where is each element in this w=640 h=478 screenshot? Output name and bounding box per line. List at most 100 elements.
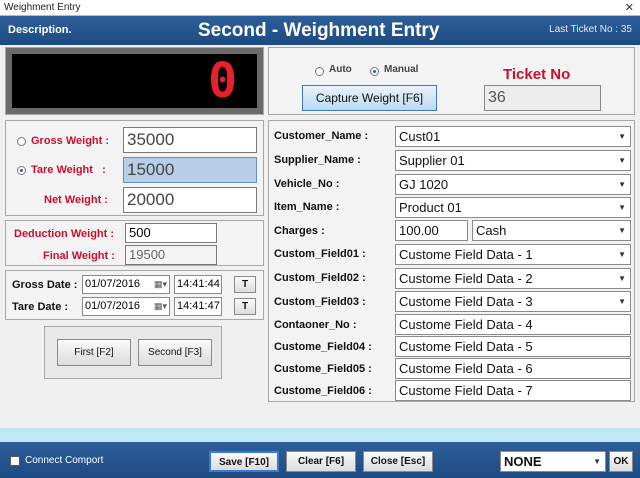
chevron-down-icon[interactable]: ▼	[618, 245, 626, 264]
weights-panel: Gross Weight : 35000 Tare Weight : 15000…	[5, 120, 264, 216]
gross-weight-radio[interactable]	[17, 137, 26, 146]
payment-mode-combo[interactable]: Cash ▼	[472, 220, 631, 241]
custom-field03-label: Custom_Field03 :	[274, 296, 366, 308]
gross-date-value: 01/07/2016	[85, 278, 141, 290]
close-icon[interactable]: ✕	[625, 1, 634, 14]
charges-field[interactable]: 100.00	[395, 220, 468, 241]
ok-button[interactable]: OK	[609, 451, 633, 472]
custom-field02-combo[interactable]: Custome Field Data - 2 ▼	[395, 268, 631, 289]
chevron-down-icon[interactable]: ▼	[618, 221, 626, 240]
manual-radio[interactable]	[370, 67, 379, 76]
ticket-label: Ticket No	[503, 66, 571, 83]
gross-weight-field[interactable]: 35000	[123, 127, 257, 153]
auto-radio[interactable]	[315, 67, 324, 76]
gross-time-button[interactable]: T	[234, 276, 256, 293]
custom-field01-label: Custom_Field01 :	[274, 248, 366, 260]
gross-date-label: Gross Date :	[12, 279, 78, 291]
custom-field02-value: Custome Field Data - 2	[399, 271, 533, 286]
chevron-down-icon[interactable]: ▼	[618, 175, 626, 194]
gross-date-picker[interactable]: 01/07/2016 ▦▾	[82, 275, 170, 294]
customer-name-value: Cust01	[399, 129, 441, 144]
deduction-weight-field[interactable]: 500	[125, 223, 217, 243]
tare-date-picker[interactable]: 01/07/2016 ▦▾	[82, 297, 170, 316]
custom-field02-label: Custom_Field02 :	[274, 272, 366, 284]
comport-select[interactable]: NONE ▼	[500, 451, 606, 472]
vehicle-no-combo[interactable]: GJ 1020 ▼	[395, 174, 631, 195]
chevron-down-icon[interactable]: ▼	[618, 151, 626, 170]
supplier-name-value: Supplier 01	[399, 153, 465, 168]
calendar-icon[interactable]: ▦▾	[154, 276, 167, 293]
first-entry-button[interactable]: First [F2]	[57, 339, 131, 366]
gross-time-field[interactable]: 14:41:44	[174, 275, 222, 294]
custom-field05-label: Custome_Field05 :	[274, 363, 372, 375]
custom-field01-value: Custome Field Data - 1	[399, 247, 533, 262]
tare-weight-label: Tare Weight :	[31, 164, 106, 176]
weight-display: 0	[12, 54, 257, 108]
entry-type-panel: First [F2] Second [F3]	[44, 326, 222, 379]
save-button[interactable]: Save [F10]	[209, 451, 279, 472]
payment-mode-value: Cash	[476, 223, 507, 238]
custom-field01-combo[interactable]: Custome Field Data - 1 ▼	[395, 244, 631, 265]
container-no-field[interactable]: Custome Field Data - 4	[395, 314, 631, 335]
tare-time-button[interactable]: T	[234, 298, 256, 315]
custom-field04-label: Custome_Field04 :	[274, 341, 372, 353]
window-title-bar: Weighment Entry ✕	[0, 0, 640, 16]
tare-time-field[interactable]: 14:41:47	[174, 297, 222, 316]
final-weight-field[interactable]: 19500	[125, 245, 217, 265]
deduction-panel: Deduction Weight : 500 Final Weight : 19…	[5, 220, 264, 266]
item-name-combo[interactable]: Product 01 ▼	[395, 197, 631, 218]
supplier-name-label: Supplier_Name :	[274, 154, 361, 166]
chevron-down-icon[interactable]: ▼	[618, 269, 626, 288]
item-name-value: Product 01	[399, 200, 462, 215]
calendar-icon[interactable]: ▦▾	[154, 298, 167, 315]
charges-label: Charges :	[274, 225, 325, 237]
container-no-label: Contaoner_No :	[274, 319, 357, 331]
chevron-down-icon[interactable]: ▼	[593, 452, 601, 471]
tare-weight-field[interactable]: 15000	[123, 157, 257, 183]
custom-field06-label: Custome_Field06 :	[274, 385, 372, 397]
display-digit: 0	[208, 53, 237, 109]
gross-weight-label: Gross Weight :	[31, 135, 110, 147]
chevron-down-icon[interactable]: ▼	[618, 127, 626, 146]
mode-panel: Auto Manual Capture Weight [F6] Ticket N…	[268, 47, 635, 115]
close-button[interactable]: Close [Esc]	[363, 451, 433, 472]
details-form-panel: Customer_Name : Cust01 ▼ Supplier_Name : …	[268, 120, 635, 402]
ticket-number-field[interactable]: 36	[484, 85, 601, 111]
tare-date-label: Tare Date :	[12, 301, 69, 313]
manual-label: Manual	[384, 64, 419, 75]
connect-comport-checkbox[interactable]	[10, 456, 20, 466]
tare-weight-radio[interactable]	[17, 166, 26, 175]
custom-field03-combo[interactable]: Custome Field Data - 3 ▼	[395, 291, 631, 312]
item-name-label: Item_Name :	[274, 201, 340, 213]
dates-panel: Gross Date : 01/07/2016 ▦▾ 14:41:44 T Ta…	[5, 270, 264, 320]
net-weight-label: Net Weight :	[44, 194, 108, 206]
status-strip	[0, 428, 640, 442]
description-label: Description.	[8, 24, 72, 36]
last-ticket-label: Last Ticket No : 35	[549, 24, 632, 35]
vehicle-no-value: GJ 1020	[399, 177, 449, 192]
net-weight-field[interactable]: 20000	[123, 187, 257, 213]
second-entry-button[interactable]: Second [F3]	[138, 339, 212, 366]
display-panel: 0	[5, 47, 264, 115]
chevron-down-icon[interactable]: ▼	[618, 198, 626, 217]
page-title: Second - Weighment Entry	[198, 20, 440, 41]
custom-field05-field[interactable]: Custome Field Data - 6	[395, 358, 631, 379]
connect-comport-label: Connect Comport	[25, 455, 104, 466]
capture-weight-button[interactable]: Capture Weight [F6]	[302, 85, 437, 111]
custom-field04-field[interactable]: Custome Field Data - 5	[395, 336, 631, 357]
window-title: Weighment Entry	[4, 2, 81, 13]
deduction-weight-label: Deduction Weight :	[14, 228, 115, 240]
comport-value: NONE	[504, 454, 542, 469]
auto-label: Auto	[329, 64, 352, 75]
customer-name-combo[interactable]: Cust01 ▼	[395, 126, 631, 147]
header-bar: Description. Second - Weighment Entry La…	[0, 16, 640, 45]
custom-field06-field[interactable]: Custome Field Data - 7	[395, 380, 631, 401]
supplier-name-combo[interactable]: Supplier 01 ▼	[395, 150, 631, 171]
custom-field03-value: Custome Field Data - 3	[399, 294, 533, 309]
final-weight-label: Final Weight :	[43, 250, 115, 262]
chevron-down-icon[interactable]: ▼	[618, 292, 626, 311]
vehicle-no-label: Vehicle_No :	[274, 178, 340, 190]
footer-bar: Connect Comport Save [F10] Clear [F6] Cl…	[0, 442, 640, 478]
clear-button[interactable]: Clear [F6]	[286, 451, 356, 472]
customer-name-label: Customer_Name :	[274, 130, 369, 142]
